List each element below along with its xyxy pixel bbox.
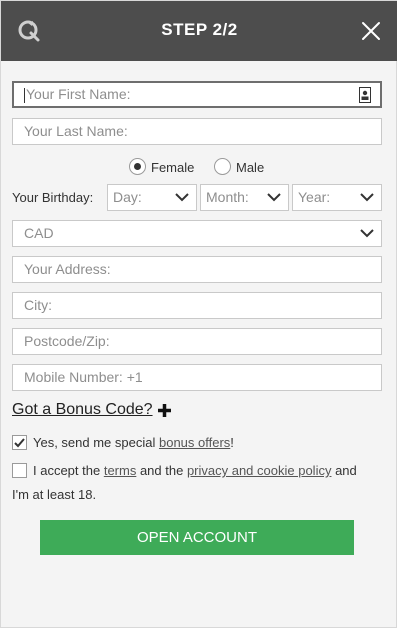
day-select[interactable]: Day: [107, 184, 197, 211]
terms-text: I accept the terms and the privacy and c… [33, 459, 383, 483]
registration-panel: STEP 2/2 Your First Name: Your Last Name… [0, 0, 397, 628]
address-input[interactable]: Your Address: [12, 256, 382, 283]
header-bar: STEP 2/2 [1, 1, 397, 61]
mobile-input[interactable]: Mobile Number: +1 [12, 364, 382, 391]
mobile-placeholder: Mobile Number: +1 [24, 369, 143, 385]
city-input[interactable]: City: [12, 292, 382, 319]
terms-text-3: and [331, 463, 357, 478]
bonus-offers-link[interactable]: bonus offers [159, 435, 230, 450]
bonus-offers-text-after: ! [230, 435, 234, 450]
last-name-placeholder: Your Last Name: [24, 123, 128, 139]
year-select[interactable]: Year: [292, 184, 382, 211]
chevron-down-icon [360, 229, 374, 238]
currency-select[interactable]: CAD [12, 220, 382, 247]
currency-value: CAD [24, 225, 54, 241]
first-name-placeholder: Your First Name: [26, 86, 131, 102]
step-title: STEP 2/2 [161, 20, 238, 39]
male-label: Male [236, 160, 265, 175]
chevron-down-icon [175, 193, 189, 202]
chevron-down-icon [267, 193, 281, 202]
month-placeholder: Month: [206, 189, 249, 205]
birthday-label: Your Birthday: [12, 190, 94, 205]
postcode-placeholder: Postcode/Zip: [24, 333, 110, 349]
female-radio[interactable] [129, 158, 146, 175]
last-name-input[interactable]: Your Last Name: [12, 118, 382, 145]
first-name-input[interactable]: Your First Name: [12, 81, 382, 108]
postcode-input[interactable]: Postcode/Zip: [12, 328, 382, 355]
text-cursor [24, 87, 25, 103]
terms-text-2: and the [136, 463, 187, 478]
male-radio[interactable] [214, 158, 231, 175]
month-select[interactable]: Month: [200, 184, 289, 211]
day-placeholder: Day: [113, 189, 142, 205]
bonus-offers-text-before: Yes, send me special [33, 435, 159, 450]
checkmark-icon [14, 438, 25, 448]
terms-checkbox[interactable] [12, 463, 27, 478]
privacy-policy-link[interactable]: privacy and cookie policy [187, 463, 332, 478]
open-account-button[interactable]: OPEN ACCOUNT [40, 520, 354, 555]
bonus-code-link[interactable]: Got a Bonus Code? [12, 401, 153, 419]
year-placeholder: Year: [298, 189, 331, 205]
close-icon[interactable] [360, 20, 382, 42]
id-card-icon[interactable] [359, 87, 371, 103]
bonus-offers-text: Yes, send me special bonus offers! [33, 431, 234, 455]
terms-link[interactable]: terms [104, 463, 137, 478]
gender-radio-group: Female Male [1, 157, 397, 177]
female-label: Female [151, 160, 195, 175]
plus-icon[interactable] [157, 403, 172, 418]
terms-text-1: I accept the [33, 463, 104, 478]
bonus-offers-checkbox[interactable] [12, 435, 27, 450]
address-placeholder: Your Address: [24, 261, 111, 277]
chevron-down-icon [360, 193, 374, 202]
age-confirmation-text: I'm at least 18. [12, 487, 97, 502]
city-placeholder: City: [24, 297, 52, 313]
